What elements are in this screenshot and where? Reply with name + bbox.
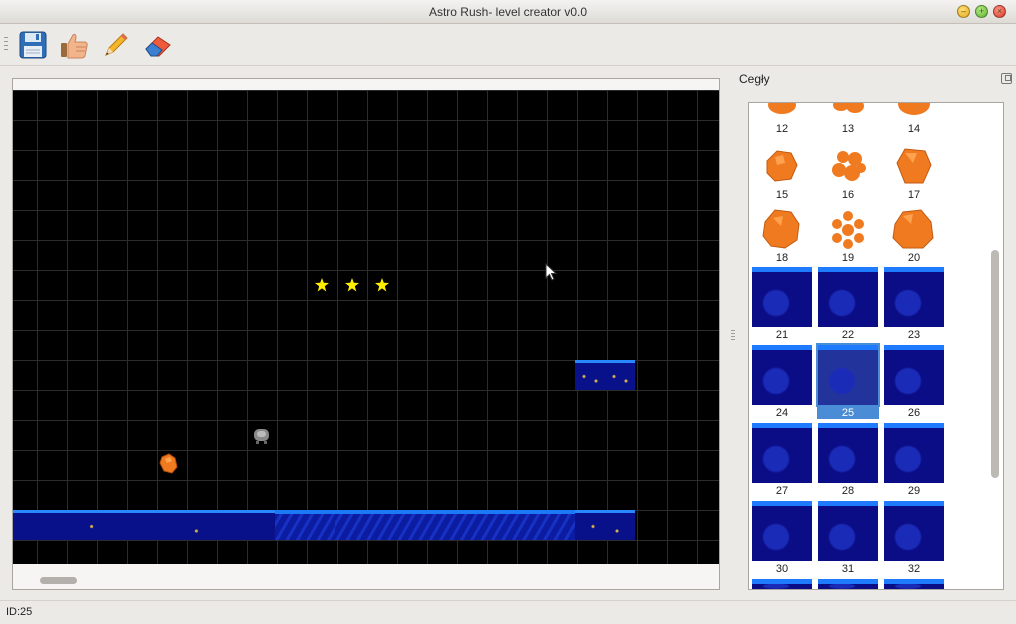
- water-tile-icon: [884, 423, 944, 483]
- rock-tile-icon: [892, 209, 934, 249]
- mouse-cursor-icon: [545, 263, 557, 281]
- thumbs-up-icon: [61, 33, 88, 59]
- palette-tile[interactable]: 28: [817, 423, 879, 501]
- water-tile-icon: [816, 343, 880, 407]
- rock-tile-icon: [766, 150, 798, 182]
- palette-tile[interactable]: 27: [751, 423, 813, 501]
- water-tile-icon: [752, 423, 812, 483]
- tile-id-label: 15: [775, 189, 789, 201]
- level-canvas[interactable]: [13, 90, 719, 564]
- rock-tile-icon: [896, 148, 932, 184]
- maximize-button[interactable]: +: [975, 5, 988, 18]
- tile-id-label: 19: [841, 252, 855, 264]
- tile-id-label: 32: [907, 563, 921, 575]
- minimize-icon: –: [960, 6, 966, 16]
- tile-id-label: 18: [775, 252, 789, 264]
- tile-palette[interactable]: 12 13 14 15 16 17 18 19 20 21 22 23 24 2…: [748, 102, 1004, 590]
- splitter-handle[interactable]: [731, 330, 735, 340]
- platform-tile: [575, 360, 605, 390]
- tile-id-label: 23: [907, 329, 921, 341]
- ground-tiles: [13, 510, 275, 540]
- ground-tiles: [335, 510, 575, 540]
- palette-tile[interactable]: 32: [883, 501, 945, 579]
- tile-id-label: 22: [841, 329, 855, 341]
- close-icon: ×: [996, 6, 1003, 16]
- tile-id-label: 12: [775, 123, 789, 135]
- horizontal-scrollbar[interactable]: [13, 572, 719, 588]
- palette-tile[interactable]: 31: [817, 501, 879, 579]
- water-tile-icon: [752, 267, 812, 327]
- palette-tile[interactable]: 21: [751, 267, 813, 345]
- approve-button[interactable]: [57, 28, 91, 62]
- star-icon: [375, 278, 389, 292]
- window-title: Astro Rush- level creator v0.0: [428, 5, 588, 19]
- palette-tile[interactable]: 29: [883, 423, 945, 501]
- platform-tile: [605, 360, 635, 390]
- water-tile-icon: [752, 345, 812, 405]
- palette-tile-selected[interactable]: 25: [816, 343, 880, 423]
- player-sprite: [254, 429, 269, 444]
- title-bar: Astro Rush- level creator v0.0 – + ×: [0, 0, 1016, 24]
- tile-id-label: 21: [775, 329, 789, 341]
- ground-tiles: [275, 510, 335, 540]
- toolbar: [0, 24, 1016, 66]
- status-text: ID:25: [6, 606, 33, 618]
- rock-tile-icon: [832, 151, 866, 181]
- tile-id-label: 28: [841, 485, 855, 497]
- water-tile-icon[interactable]: [752, 579, 812, 589]
- tile-id-label: 25: [817, 407, 879, 419]
- palette-tile[interactable]: 23: [883, 267, 945, 345]
- close-button[interactable]: ×: [993, 5, 1006, 18]
- rock-tile-icon: [832, 211, 864, 249]
- water-tile-icon: [884, 267, 944, 327]
- tile-id-label: 29: [907, 485, 921, 497]
- dock-title: Cegły: [739, 72, 770, 86]
- rock-tile-icon: [833, 103, 864, 113]
- water-tile-icon: [818, 267, 878, 327]
- tile-id-label: 13: [841, 123, 855, 135]
- ground-tiles: [575, 510, 635, 540]
- star-icon: [345, 278, 359, 292]
- palette-tile[interactable]: 26: [883, 345, 945, 423]
- water-tile-icon: [818, 423, 878, 483]
- water-tile-icon: [752, 501, 812, 561]
- tile-id-label: 17: [907, 189, 921, 201]
- rock-tile-icon: [898, 103, 930, 115]
- water-tile-icon: [884, 345, 944, 405]
- tile-id-label: 20: [907, 252, 921, 264]
- tile-id-label: 26: [907, 407, 921, 419]
- toolbar-grip[interactable]: [4, 37, 8, 51]
- rock-tile-icon: [762, 209, 800, 249]
- water-tile-icon[interactable]: [884, 579, 944, 589]
- tile-id-label: 30: [775, 563, 789, 575]
- tile-id-label: 27: [775, 485, 789, 497]
- tile-id-label: 24: [775, 407, 789, 419]
- vertical-scrollbar-thumb[interactable]: [991, 250, 999, 478]
- palette-tile[interactable]: 24: [751, 345, 813, 423]
- water-tile-icon[interactable]: [818, 579, 878, 589]
- rock-tile-icon: [768, 103, 796, 114]
- pencil-button[interactable]: [99, 28, 133, 62]
- star-icon: [315, 278, 329, 292]
- tile-id-label: 31: [841, 563, 855, 575]
- palette-tile[interactable]: 30: [751, 501, 813, 579]
- dock-float-button[interactable]: [1001, 73, 1012, 84]
- minimize-button[interactable]: –: [957, 5, 970, 18]
- status-bar: ID:25: [0, 600, 1016, 624]
- tile-id-label: 14: [907, 123, 921, 135]
- pencil-icon: [105, 33, 128, 56]
- floppy-disk-icon: [19, 31, 47, 59]
- eraser-button[interactable]: [141, 28, 175, 62]
- rock-sprite: [159, 453, 178, 474]
- tile-id-label: 16: [841, 189, 855, 201]
- save-button[interactable]: [16, 28, 50, 62]
- water-tile-icon: [818, 501, 878, 561]
- palette-tile[interactable]: 22: [817, 267, 879, 345]
- eraser-icon: [145, 36, 171, 57]
- water-tile-icon: [884, 501, 944, 561]
- scrollbar-thumb[interactable]: [40, 577, 77, 584]
- maximize-icon: +: [978, 6, 985, 16]
